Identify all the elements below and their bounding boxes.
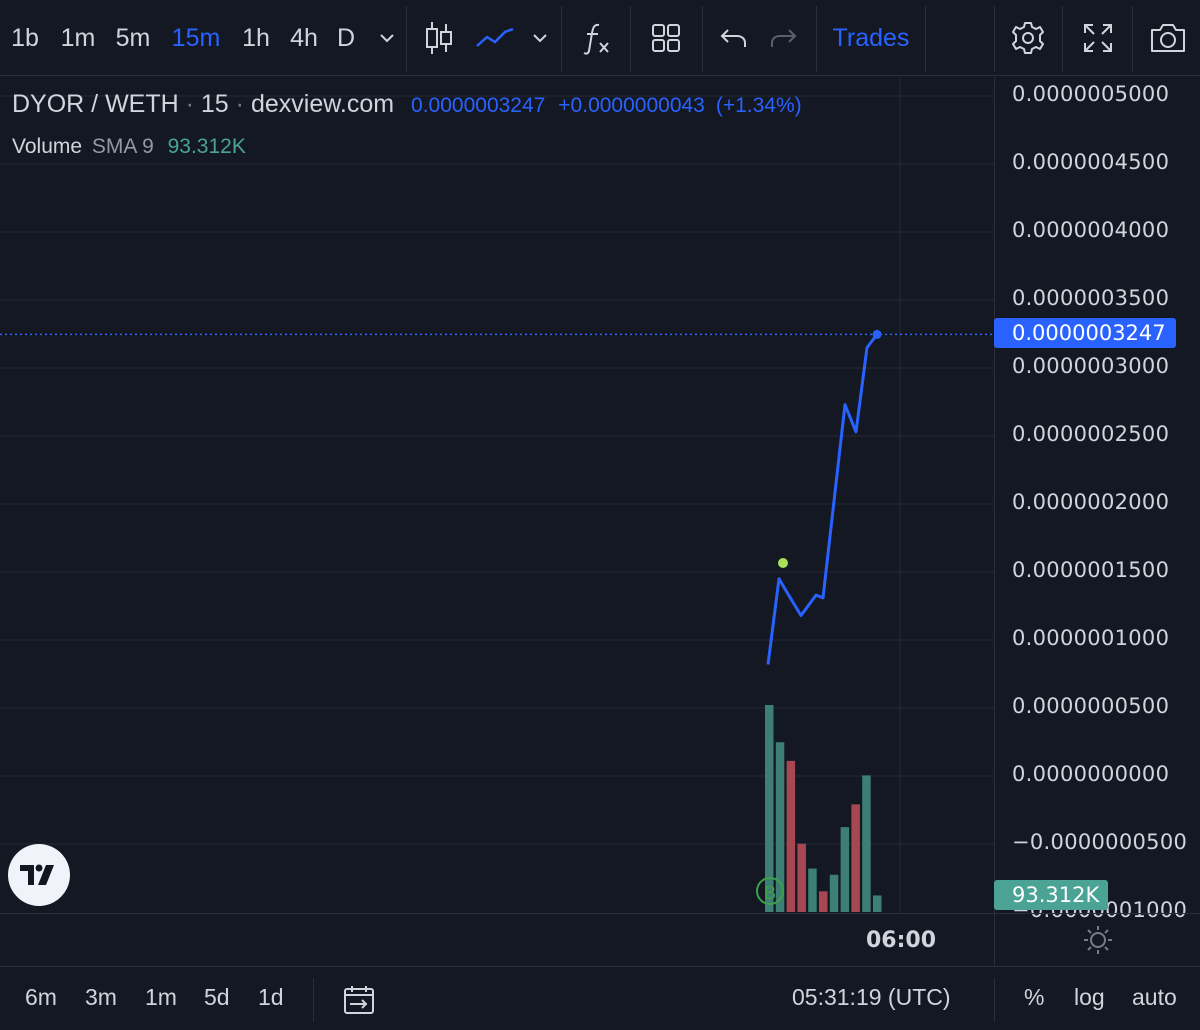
- toolbar-divider: [1132, 6, 1133, 72]
- sun-icon[interactable]: [1082, 924, 1114, 961]
- toolbar-divider: [925, 6, 926, 72]
- tradingview-logo[interactable]: [8, 844, 70, 906]
- log-scale-toggle[interactable]: log: [1074, 984, 1105, 1011]
- price-tick-label: 0.0000001500: [1012, 558, 1170, 582]
- percent-scale-toggle[interactable]: %: [1024, 984, 1044, 1011]
- time-axis-label: 06:00: [866, 928, 937, 953]
- interval-4h-button[interactable]: 4h: [282, 0, 326, 76]
- camera-icon[interactable]: [1142, 0, 1194, 76]
- interval-d-button[interactable]: D: [331, 0, 361, 76]
- toolbar-divider: [994, 978, 995, 1022]
- price-tick-label: 0.0000003500: [1012, 286, 1170, 310]
- toolbar-divider: [816, 6, 817, 72]
- top-toolbar: 1b 1m 5m 15m 1h 4h D Trades: [0, 0, 1200, 76]
- volume-bar: [797, 843, 806, 912]
- volume-bar: [873, 895, 882, 912]
- chart-legend: DYOR / WETH · 15 · dexview.com 0.0000003…: [12, 90, 802, 119]
- volume-bar: [829, 874, 839, 912]
- legend-change: +0.0000000043: [558, 94, 705, 117]
- volume-bar: [851, 804, 860, 912]
- volume-bar: [862, 775, 871, 912]
- volume-value: 93.312K: [167, 135, 246, 158]
- toolbar-divider: [1062, 6, 1063, 72]
- volume-legend: Volume SMA 9 93.312K: [12, 135, 246, 159]
- candles-icon[interactable]: [418, 0, 460, 76]
- price-line: [766, 333, 879, 665]
- legend-dot: ·: [185, 90, 201, 118]
- interval-1h-button[interactable]: 1h: [234, 0, 278, 76]
- indicators-fx-icon[interactable]: [572, 0, 622, 76]
- current-price-tag: 0.0000003247: [994, 318, 1176, 348]
- axis-divider: [994, 914, 995, 966]
- undo-icon[interactable]: [712, 0, 754, 76]
- toolbar-divider: [406, 6, 407, 72]
- legend-change-pct: (+1.34%): [715, 94, 802, 117]
- volume-sma-label: SMA 9: [91, 135, 154, 158]
- line-chart-icon[interactable]: [470, 0, 520, 76]
- chevron-down-icon[interactable]: [525, 0, 555, 76]
- interval-1m-button[interactable]: 1m: [55, 0, 101, 76]
- range-5d-button[interactable]: 5d: [204, 984, 230, 1011]
- price-chart[interactable]: B: [0, 77, 994, 913]
- trade-marker-dot: [778, 558, 788, 568]
- legend-dot: ·: [235, 90, 251, 118]
- last-price-dot: [872, 329, 882, 339]
- price-tick-label: 0.0000001000: [1012, 626, 1170, 650]
- volume-bar: [808, 868, 817, 912]
- price-tick-label: 0.0000002000: [1012, 490, 1170, 514]
- range-1d-button[interactable]: 1d: [258, 984, 284, 1011]
- volume-bar: [840, 827, 850, 912]
- toolbar-divider: [313, 978, 314, 1022]
- price-tick-label: 0.0000000500: [1012, 694, 1170, 718]
- buy-marker-label: B: [764, 883, 776, 903]
- auto-scale-toggle[interactable]: auto: [1132, 984, 1177, 1011]
- interval-15m-button[interactable]: 15m: [166, 0, 226, 76]
- toolbar-divider: [702, 6, 703, 72]
- interval-1b-button[interactable]: 1b: [0, 0, 50, 76]
- redo-icon[interactable]: [763, 0, 805, 76]
- toolbar-divider: [630, 6, 631, 72]
- price-tick-label: 0.0000003000: [1012, 354, 1170, 378]
- fullscreen-icon[interactable]: [1074, 0, 1122, 76]
- time-axis[interactable]: [0, 913, 1200, 965]
- chevron-down-icon[interactable]: [372, 0, 402, 76]
- settings-gear-icon[interactable]: [1004, 0, 1052, 76]
- price-tick-label: 0.0000005000: [1012, 82, 1170, 106]
- range-1m-button[interactable]: 1m: [145, 984, 177, 1011]
- pair-label: DYOR / WETH: [12, 90, 179, 118]
- price-tick-label: 0.0000004500: [1012, 150, 1170, 174]
- bottom-toolbar: [0, 966, 1200, 1030]
- utc-clock[interactable]: 05:31:19 (UTC): [792, 984, 951, 1011]
- price-tick-label: −0.0000000500: [1012, 830, 1188, 854]
- current-volume-tag: 93.312K: [994, 880, 1108, 910]
- volume-bar: [819, 891, 828, 912]
- toolbar-divider: [561, 6, 562, 72]
- trades-button[interactable]: Trades: [826, 0, 916, 76]
- volume-label: Volume: [12, 135, 83, 158]
- price-tick-label: 0.0000004000: [1012, 218, 1170, 242]
- layout-grid-icon[interactable]: [641, 0, 691, 76]
- legend-price: 0.0000003247: [411, 94, 546, 117]
- range-3m-button[interactable]: 3m: [85, 984, 117, 1011]
- range-6m-button[interactable]: 6m: [25, 984, 57, 1011]
- toolbar-divider: [994, 6, 995, 72]
- interval-5m-button[interactable]: 5m: [108, 0, 158, 76]
- price-tick-label: 0.0000002500: [1012, 422, 1170, 446]
- price-tick-label: 0.0000000000: [1012, 762, 1170, 786]
- interval-label: 15: [200, 90, 229, 118]
- source-label: dexview.com: [250, 90, 395, 118]
- go-to-date-icon[interactable]: [342, 984, 376, 1021]
- volume-bar: [765, 705, 774, 912]
- volume-bar: [786, 760, 796, 912]
